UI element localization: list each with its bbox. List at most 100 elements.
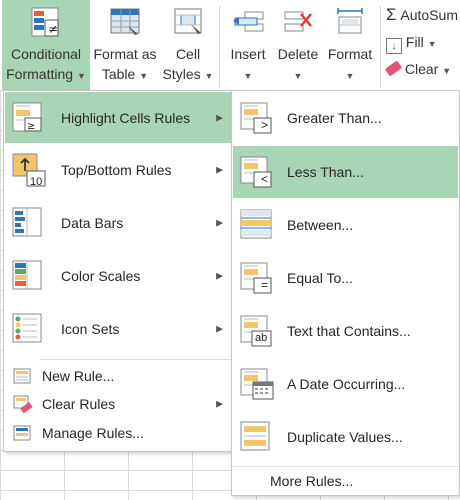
chevron-right-icon: ▶ xyxy=(216,164,223,175)
top10-badge: 10 xyxy=(30,176,43,188)
data-bars-label: Data Bars xyxy=(61,215,124,231)
menu-item-manage-rules[interactable]: Manage Rules... xyxy=(5,418,231,448)
clear-rules-label: Clear Rules xyxy=(42,396,116,412)
chevron-down-icon: ▼ xyxy=(345,71,355,81)
sigma-icon: Σ xyxy=(386,5,397,24)
format-as-table-button[interactable]: Format as Table ▼ xyxy=(90,0,160,90)
fill-down-icon: ↓ xyxy=(386,38,402,54)
menu-item-new-rule[interactable]: New Rule... xyxy=(5,362,231,390)
menu-item-highlight-cells-rules[interactable]: ≥ Highlight Cells Rules ▶ xyxy=(5,92,231,143)
submenu-item-date-occurring[interactable]: A Date Occurring... xyxy=(233,358,458,410)
equal-to-badge: = xyxy=(261,278,269,292)
submenu-item-equal-to[interactable]: = Equal To... xyxy=(233,252,458,304)
fill-label: Fill xyxy=(405,34,424,50)
format-as-table-label-2: Table xyxy=(101,66,136,82)
text-contains-label: Text that Contains... xyxy=(287,323,411,339)
date-occurring-icon xyxy=(240,368,274,400)
highlight-cells-icon: ≥ xyxy=(12,102,42,132)
new-rule-label: New Rule... xyxy=(42,368,115,384)
ribbon: ≠ Conditional Formatting ▼ Format as Tab… xyxy=(0,0,460,90)
icon-sets-label: Icon Sets xyxy=(61,321,120,337)
highlight-cells-rules-submenu: > Greater Than... < Less Than... Between… xyxy=(231,90,460,496)
new-rule-icon xyxy=(13,368,31,384)
chevron-right-icon: ▶ xyxy=(216,398,223,409)
conditional-formatting-label-1: Conditional xyxy=(10,46,82,62)
format-as-table-icon xyxy=(110,8,140,35)
equal-to-label: Equal To... xyxy=(287,270,353,286)
color-scales-icon xyxy=(12,260,42,290)
chevron-down-icon: ▼ xyxy=(204,71,214,81)
chevron-right-icon: ▶ xyxy=(216,270,223,281)
greater-than-badge: > xyxy=(261,118,269,132)
insert-button[interactable]: Insert ▼ xyxy=(224,0,272,90)
delete-label: Delete xyxy=(277,46,319,62)
chevron-right-icon: ▶ xyxy=(216,323,223,334)
submenu-item-greater-than[interactable]: > Greater Than... xyxy=(233,92,458,144)
insert-cells-icon xyxy=(233,11,264,32)
manage-rules-icon xyxy=(13,425,31,441)
between-icon xyxy=(240,209,272,239)
color-scales-label: Color Scales xyxy=(61,268,141,284)
less-than-label: Less Than... xyxy=(287,164,364,180)
format-label: Format xyxy=(327,46,373,62)
data-bars-icon xyxy=(12,207,42,237)
highlight-cells-rules-label: Highlight Cells Rules xyxy=(61,109,191,126)
cell-styles-label-2: Styles xyxy=(162,66,201,82)
chevron-down-icon: ▼ xyxy=(76,71,86,81)
menu-divider xyxy=(233,466,458,467)
less-than-badge: < xyxy=(261,172,269,186)
duplicate-values-icon xyxy=(240,421,270,451)
chevron-down-icon: ▼ xyxy=(442,66,452,76)
duplicate-values-label: Duplicate Values... xyxy=(287,429,403,445)
top-bottom-rules-label: Top/Bottom Rules xyxy=(61,162,172,178)
chevron-right-icon: ▶ xyxy=(216,112,223,122)
conditional-formatting-label-2: Formatting xyxy=(6,66,74,82)
conditional-formatting-menu: ≥ Highlight Cells Rules ▶ 10 Top/Bottom … xyxy=(3,90,233,452)
svg-text:≥: ≥ xyxy=(27,121,35,132)
format-button[interactable]: Format ▼ xyxy=(324,0,376,90)
format-cells-icon xyxy=(337,8,363,34)
menu-item-clear-rules[interactable]: Clear Rules ▶ xyxy=(5,390,231,418)
fill-button[interactable]: ↓ Fill ▼ xyxy=(386,31,437,54)
menu-item-icon-sets[interactable]: Icon Sets ▶ xyxy=(5,303,231,355)
clear-label: Clear xyxy=(404,61,439,77)
conditional-formatting-button[interactable]: ≠ Conditional Formatting ▼ xyxy=(2,0,90,90)
chevron-down-icon: ▼ xyxy=(243,71,253,81)
ribbon-divider xyxy=(219,6,220,88)
ribbon-divider xyxy=(380,6,381,88)
chevron-down-icon: ▼ xyxy=(293,71,303,81)
insert-label: Insert xyxy=(230,46,266,62)
submenu-item-between[interactable]: Between... xyxy=(233,199,458,251)
manage-rules-label: Manage Rules... xyxy=(42,425,144,441)
menu-item-data-bars[interactable]: Data Bars ▶ xyxy=(5,197,231,249)
delete-cells-icon xyxy=(284,11,312,32)
eraser-icon xyxy=(384,60,403,77)
more-rules-label: More Rules... xyxy=(270,473,354,489)
submenu-item-duplicate-values[interactable]: Duplicate Values... xyxy=(233,411,458,463)
between-label: Between... xyxy=(287,217,354,233)
submenu-item-more-rules[interactable]: More Rules... xyxy=(233,468,458,494)
menu-item-top-bottom-rules[interactable]: 10 Top/Bottom Rules ▶ xyxy=(5,144,231,196)
cell-styles-icon xyxy=(174,8,202,34)
svg-text:≠: ≠ xyxy=(48,22,58,36)
submenu-item-less-than[interactable]: < Less Than... xyxy=(233,146,458,198)
clear-rules-icon xyxy=(13,395,33,413)
menu-divider xyxy=(40,359,231,360)
cell-styles-button[interactable]: Cell Styles ▼ xyxy=(160,0,216,90)
cell-styles-label-1: Cell xyxy=(175,46,201,62)
autosum-label: AutoSum xyxy=(400,7,458,23)
format-as-table-label-1: Format as xyxy=(93,46,157,62)
chevron-down-icon: ▼ xyxy=(427,39,437,49)
greater-than-label: Greater Than... xyxy=(287,110,382,126)
autosum-button[interactable]: Σ AutoSum xyxy=(386,4,458,26)
date-occurring-label: A Date Occurring... xyxy=(287,376,406,392)
menu-item-color-scales[interactable]: Color Scales ▶ xyxy=(5,250,231,302)
delete-button[interactable]: Delete ▼ xyxy=(272,0,324,90)
clear-button[interactable]: Clear ▼ xyxy=(384,58,452,80)
chevron-right-icon: ▶ xyxy=(216,217,223,228)
conditional-formatting-icon: ≠ xyxy=(31,7,59,37)
submenu-item-text-contains[interactable]: ab Text that Contains... xyxy=(233,305,458,357)
icon-sets-icon xyxy=(12,313,42,343)
chevron-down-icon: ▼ xyxy=(139,71,149,81)
text-contains-badge: ab xyxy=(255,332,268,344)
